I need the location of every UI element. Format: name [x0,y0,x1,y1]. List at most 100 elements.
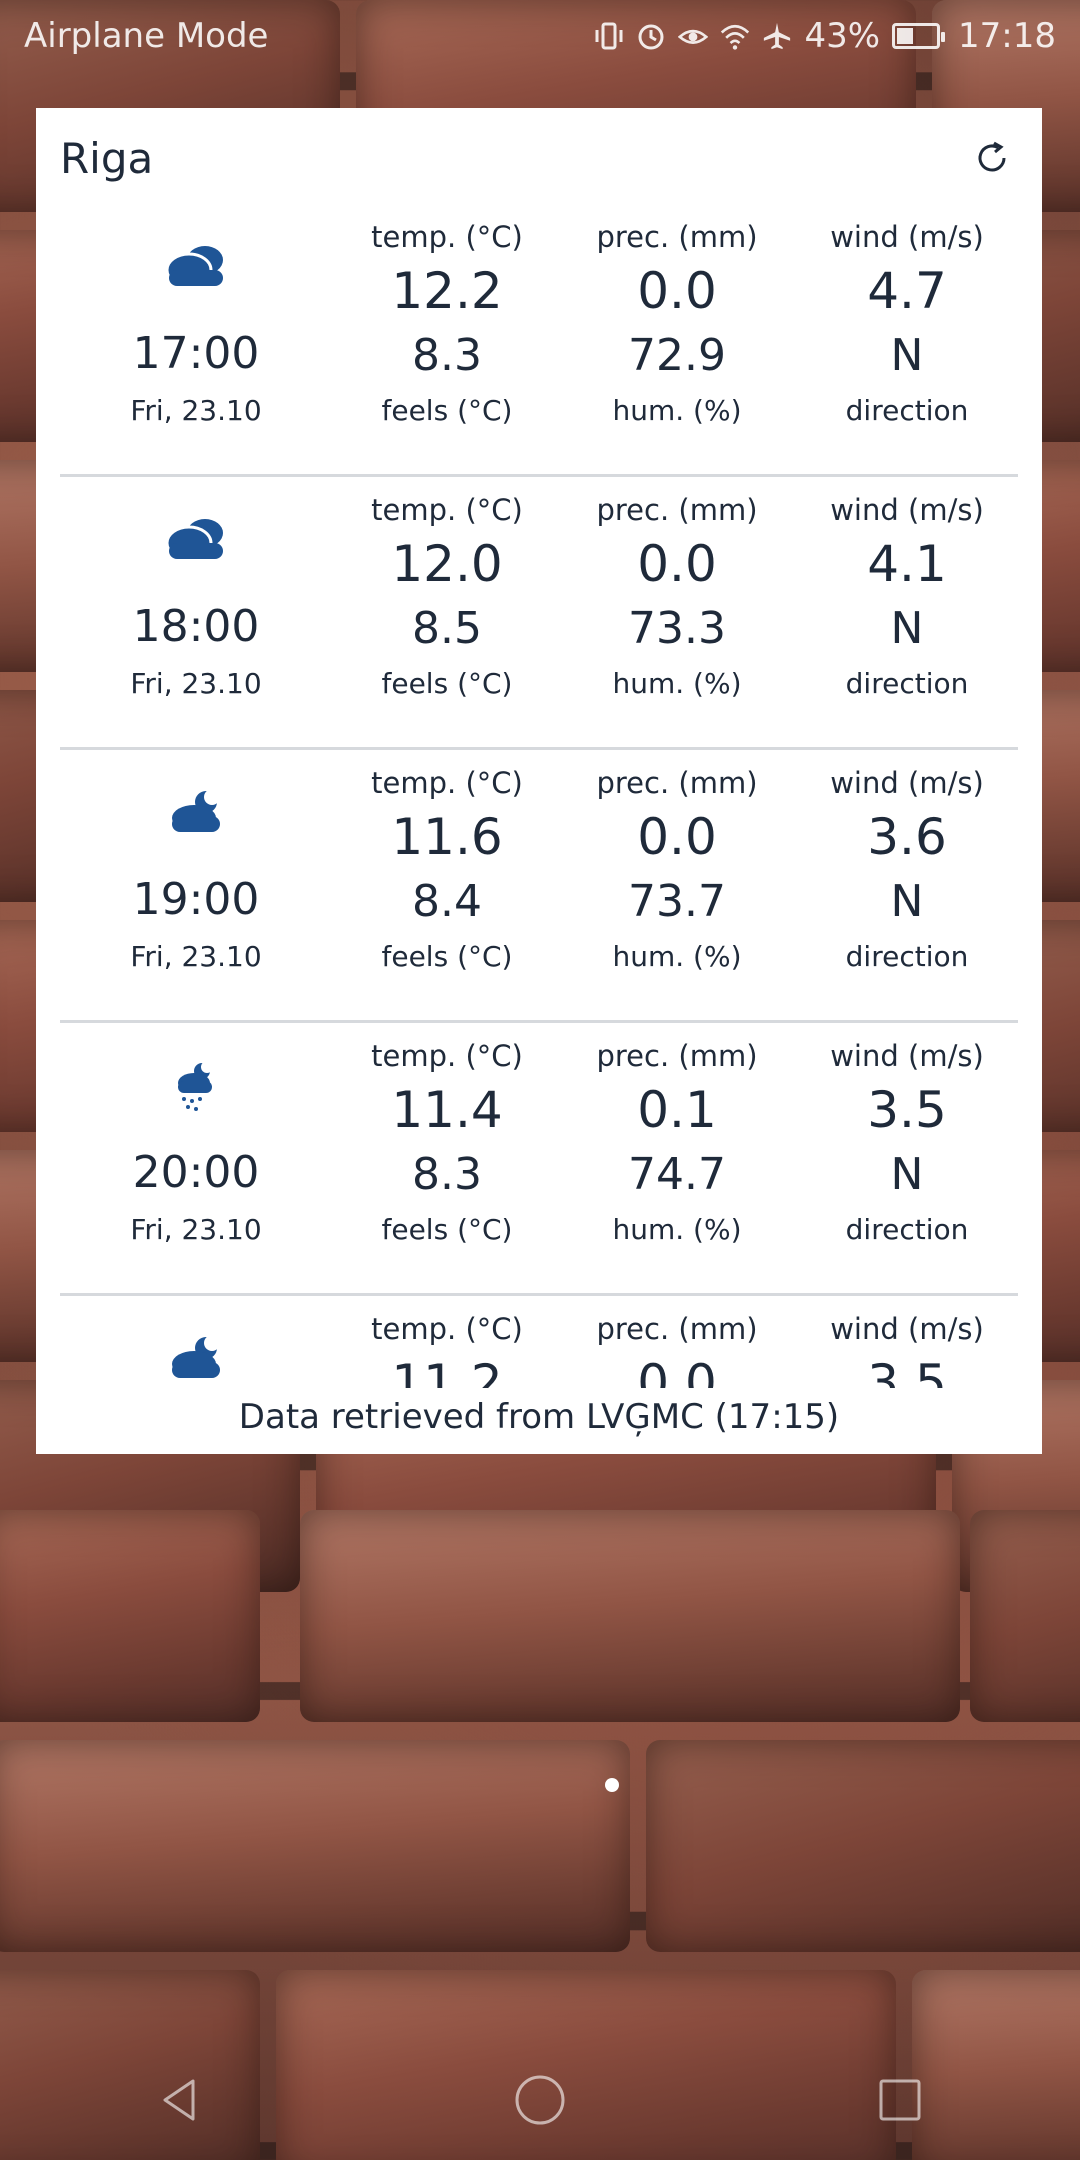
time-cell: 19:00 Fri, 23.10 [60,750,332,1020]
prec-label: prec. (mm) [596,220,758,254]
weather-widget[interactable]: Riga 17:00 Fri, 23.10 temp. (°C) 12.2 8.… [36,108,1042,1454]
wind-label: wind (m/s) [830,220,984,254]
wind-cell: wind (m/s) 4.7 N direction [792,204,1022,474]
prec-cell: prec. (mm) 0.0 72.9 hum. (%) [562,204,792,474]
navigation-bar [0,2040,1080,2160]
battery-level [897,28,914,44]
forecast-time: 17:00 [132,328,260,379]
prec-label: prec. (mm) [596,1312,758,1346]
cloudy-icon [60,240,332,300]
forecast-row: 17:00 Fri, 23.10 temp. (°C) 12.2 8.3 fee… [60,204,1018,477]
prec-value: 0.0 [637,262,717,320]
hum-value: 72.9 [628,330,726,381]
widget-header: Riga [60,122,1018,194]
time-cell: 18:00 Fri, 23.10 [60,477,332,747]
battery-icon [892,23,946,49]
temp-value: 12.0 [391,535,503,593]
hum-label: hum. (%) [612,667,742,700]
direction-label: direction [845,394,969,427]
back-icon[interactable] [140,2060,220,2140]
temp-cell: temp. (°C) 12.2 8.3 feels (°C) [332,204,562,474]
temp-value: 12.2 [391,262,503,320]
direction-label: direction [845,1213,969,1246]
forecast-list[interactable]: 17:00 Fri, 23.10 temp. (°C) 12.2 8.3 fee… [60,204,1018,1454]
hum-value: 73.7 [628,876,726,927]
wifi-icon [720,20,750,52]
battery-percent: 43% [804,16,881,56]
hum-label: hum. (%) [612,940,742,973]
prec-cell: prec. (mm) 0.0 73.3 hum. (%) [562,477,792,747]
hum-label: hum. (%) [612,394,742,427]
wind-cell: wind (m/s) 3.5 N direction [792,1023,1022,1293]
forecast-time: 18:00 [132,601,260,652]
prec-cell: prec. (mm) 0.0 73.7 hum. (%) [562,750,792,1020]
temp-cell: temp. (°C) 11.6 8.4 feels (°C) [332,750,562,1020]
wind-value: 3.6 [867,808,947,866]
prec-cell: prec. (mm) 0.1 74.7 hum. (%) [562,1023,792,1293]
wind-cell: wind (m/s) 3.6 N direction [792,750,1022,1020]
direction-value: N [890,876,924,927]
wind-label: wind (m/s) [830,493,984,527]
temp-label: temp. (°C) [371,493,523,527]
temp-cell: temp. (°C) 11.4 8.3 feels (°C) [332,1023,562,1293]
cloudy-icon [60,513,332,573]
feels-label: feels (°C) [381,667,513,700]
temp-value: 11.4 [391,1081,503,1139]
data-source-footer: Data retrieved from LVĢMC (17:15) [36,1388,1042,1454]
prec-value: 0.1 [637,1081,717,1139]
wind-label: wind (m/s) [830,1312,984,1346]
airplane-mode-label: Airplane Mode [24,16,269,56]
temp-label: temp. (°C) [371,220,523,254]
temp-label: temp. (°C) [371,1312,523,1346]
temp-value: 11.6 [391,808,503,866]
prec-value: 0.0 [637,535,717,593]
eye-comfort-icon [678,20,709,52]
forecast-date: Fri, 23.10 [130,940,262,973]
direction-value: N [890,1149,924,1200]
direction-label: direction [845,940,969,973]
feels-value: 8.3 [412,330,482,381]
prec-label: prec. (mm) [596,1039,758,1073]
temp-label: temp. (°C) [371,766,523,800]
forecast-row: 20:00 Fri, 23.10 temp. (°C) 11.4 8.3 fee… [60,1023,1018,1296]
forecast-date: Fri, 23.10 [130,394,262,427]
rain-night-icon [60,1059,332,1119]
temp-label: temp. (°C) [371,1039,523,1073]
wind-label: wind (m/s) [830,1039,984,1073]
wind-cell: wind (m/s) 4.1 N direction [792,477,1022,747]
hum-label: hum. (%) [612,1213,742,1246]
city-name: Riga [60,133,154,183]
cloudy-night-icon [60,786,332,846]
prec-value: 0.0 [637,808,717,866]
direction-value: N [890,603,924,654]
refresh-icon[interactable] [966,132,1018,184]
wind-value: 3.5 [867,1081,947,1139]
feels-value: 8.4 [412,876,482,927]
time-cell: 20:00 Fri, 23.10 [60,1023,332,1293]
direction-label: direction [845,667,969,700]
wind-value: 4.1 [867,535,947,593]
status-bar: Airplane Mode 43% 17:18 [0,0,1080,72]
direction-value: N [890,330,924,381]
forecast-date: Fri, 23.10 [130,667,262,700]
status-icons: 43% 17:18 [594,16,1056,56]
prec-label: prec. (mm) [596,766,758,800]
feels-value: 8.3 [412,1149,482,1200]
wind-label: wind (m/s) [830,766,984,800]
temp-cell: temp. (°C) 12.0 8.5 feels (°C) [332,477,562,747]
alarm-icon [636,20,666,52]
feels-label: feels (°C) [381,1213,513,1246]
forecast-time: 19:00 [132,874,260,925]
forecast-row: 19:00 Fri, 23.10 temp. (°C) 11.6 8.4 fee… [60,750,1018,1023]
airplane-icon [762,20,792,52]
feels-value: 8.5 [412,603,482,654]
hum-value: 74.7 [628,1149,726,1200]
recents-icon[interactable] [860,2060,940,2140]
page-indicator-dot [605,1778,619,1792]
forecast-date: Fri, 23.10 [130,1213,262,1246]
wind-value: 4.7 [867,262,947,320]
cloudy-night-icon [60,1332,332,1392]
home-icon[interactable] [500,2060,580,2140]
forecast-row: 18:00 Fri, 23.10 temp. (°C) 12.0 8.5 fee… [60,477,1018,750]
prec-label: prec. (mm) [596,493,758,527]
